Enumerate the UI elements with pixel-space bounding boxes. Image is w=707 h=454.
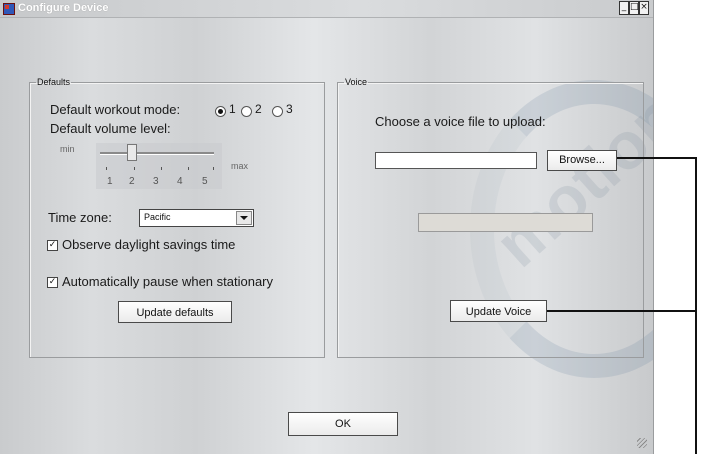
volume-min-label: min [60, 144, 75, 154]
voice-file-input[interactable] [375, 152, 537, 169]
callout-line-browse [617, 157, 697, 159]
workout-mode-radio-1[interactable] [215, 106, 226, 117]
autopause-label: Automatically pause when stationary [62, 274, 274, 289]
configure-device-window: Configure Device _ □ × motionline Defaul… [0, 0, 654, 454]
volume-scale-3: 3 [153, 176, 159, 187]
workout-mode-radio-2[interactable] [241, 106, 252, 117]
app-icon [3, 3, 15, 15]
window-title: Configure Device [18, 2, 109, 14]
volume-tick [188, 167, 189, 170]
volume-tick [161, 167, 162, 170]
ok-button[interactable]: OK [288, 412, 398, 436]
workout-mode-2-label: 2 [255, 102, 262, 116]
maximize-button[interactable]: □ [629, 1, 639, 15]
dst-checkbox[interactable]: ✓ [47, 240, 58, 251]
volume-scale-5: 5 [202, 176, 208, 187]
timezone-value: Pacific [144, 212, 171, 222]
workout-mode-label: Default workout mode: [50, 102, 181, 117]
workout-mode-radio-3[interactable] [272, 106, 283, 117]
volume-max-label: max [231, 161, 249, 171]
update-voice-button[interactable]: Update Voice [450, 300, 547, 322]
chevron-down-icon[interactable] [236, 211, 252, 225]
volume-tick [106, 167, 107, 170]
callout-line-update-voice [547, 310, 697, 312]
title-bar: Configure Device _ □ × [0, 0, 653, 18]
volume-tick [213, 167, 214, 170]
volume-slider-thumb[interactable] [127, 144, 137, 161]
workout-mode-3-label: 3 [286, 102, 293, 116]
dst-label: Observe daylight savings time [62, 237, 236, 252]
autopause-checkbox[interactable]: ✓ [47, 277, 58, 288]
callout-line-vertical [695, 157, 697, 454]
minimize-button[interactable]: _ [619, 1, 629, 15]
close-button[interactable]: × [639, 1, 649, 15]
update-defaults-button[interactable]: Update defaults [118, 301, 232, 323]
volume-scale-2: 2 [129, 176, 135, 187]
volume-tick [134, 167, 135, 170]
upload-progress-bar [418, 213, 593, 232]
voice-legend: Voice [345, 77, 368, 87]
defaults-legend: Defaults [37, 77, 71, 87]
timezone-label: Time zone: [48, 210, 112, 225]
timezone-dropdown[interactable]: Pacific [139, 209, 254, 227]
resize-grip[interactable] [637, 438, 647, 448]
volume-scale-1: 1 [107, 176, 113, 187]
browse-button[interactable]: Browse... [547, 150, 617, 171]
volume-label: Default volume level: [50, 121, 171, 136]
volume-slider-track [100, 152, 214, 155]
workout-mode-1-label: 1 [229, 102, 236, 116]
volume-scale-4: 4 [177, 176, 183, 187]
voice-prompt: Choose a voice file to upload: [375, 114, 546, 129]
